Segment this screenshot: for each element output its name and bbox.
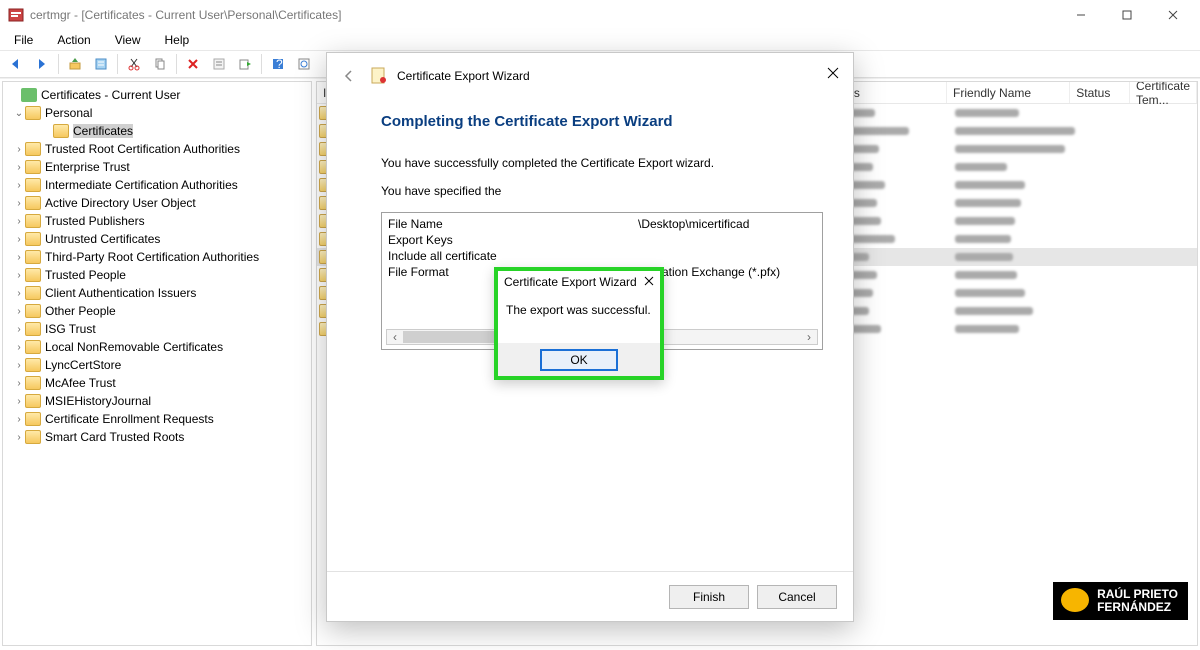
menu-help[interactable]: Help (157, 31, 198, 49)
window-titlebar: certmgr - [Certificates - Current User\P… (0, 0, 1200, 30)
app-icon (8, 7, 24, 23)
col-friendly-name[interactable]: Friendly Name (947, 82, 1070, 103)
tree-item[interactable]: ›LyncCertStore (5, 356, 309, 374)
menu-bar: File Action View Help (0, 30, 1200, 50)
menu-file[interactable]: File (6, 31, 41, 49)
col-status[interactable]: Status (1070, 82, 1130, 103)
close-button[interactable] (1150, 0, 1196, 30)
tree-item[interactable]: ›Certificate Enrollment Requests (5, 410, 309, 428)
svg-text:?: ? (276, 57, 283, 71)
refresh-button[interactable] (292, 53, 316, 75)
tree-item[interactable]: ›MSIEHistoryJournal (5, 392, 309, 410)
tree-item[interactable]: ›Local NonRemovable Certificates (5, 338, 309, 356)
wizard-close-button[interactable] (821, 61, 845, 85)
wizard-back-button[interactable] (337, 64, 361, 88)
menu-view[interactable]: View (107, 31, 149, 49)
tree-item[interactable]: ›Other People (5, 302, 309, 320)
popup-title: Certificate Export Wizard (504, 275, 644, 289)
properties-button[interactable] (89, 53, 113, 75)
tree-item[interactable]: ›McAfee Trust (5, 374, 309, 392)
popup-close-button[interactable] (644, 275, 654, 289)
tree-item[interactable]: ›Third-Party Root Certification Authorit… (5, 248, 309, 266)
tree-pane[interactable]: Certificates - Current User ⌄Personal Ce… (2, 81, 312, 646)
success-dialog: Certificate Export Wizard The export was… (494, 267, 664, 380)
finish-button[interactable]: Finish (669, 585, 749, 609)
ok-button[interactable]: OK (540, 349, 618, 371)
minimize-button[interactable] (1058, 0, 1104, 30)
tree-certificates[interactable]: Certificates (5, 122, 309, 140)
menu-action[interactable]: Action (49, 31, 98, 49)
nav-forward-button[interactable] (30, 53, 54, 75)
cut-button[interactable] (122, 53, 146, 75)
tree-item[interactable]: ›Client Authentication Issuers (5, 284, 309, 302)
maximize-button[interactable] (1104, 0, 1150, 30)
wizard-success-text: You have successfully completed the Cert… (381, 156, 823, 170)
export-button[interactable] (233, 53, 257, 75)
options-button[interactable] (207, 53, 231, 75)
tree-item[interactable]: ›Active Directory User Object (5, 194, 309, 212)
tree-item[interactable]: ›Enterprise Trust (5, 158, 309, 176)
copy-button[interactable] (148, 53, 172, 75)
tree-personal[interactable]: ⌄Personal (5, 104, 309, 122)
wizard-specified-text: You have specified the (381, 184, 823, 198)
tree-item[interactable]: ›Trusted People (5, 266, 309, 284)
tree-item[interactable]: ›Trusted Publishers (5, 212, 309, 230)
tree-item[interactable]: ›Untrusted Certificates (5, 230, 309, 248)
certificate-icon (369, 66, 389, 86)
brain-icon (1061, 588, 1089, 612)
wizard-heading: Completing the Certificate Export Wizard (381, 113, 823, 130)
tree-item[interactable]: ›Smart Card Trusted Roots (5, 428, 309, 446)
window-title: certmgr - [Certificates - Current User\P… (30, 8, 1058, 22)
up-button[interactable] (63, 53, 87, 75)
col-cert-template[interactable]: Certificate Tem... (1130, 82, 1197, 103)
tree-item[interactable]: ›ISG Trust (5, 320, 309, 338)
tree-item[interactable]: ›Intermediate Certification Authorities (5, 176, 309, 194)
wizard-title: Certificate Export Wizard (397, 69, 530, 83)
help-button[interactable]: ? (266, 53, 290, 75)
popup-message: The export was successful. (498, 293, 660, 343)
nav-back-button[interactable] (4, 53, 28, 75)
watermark: RAÚL PRIETO FERNÁNDEZ (1053, 582, 1188, 620)
tree-root[interactable]: Certificates - Current User (5, 86, 309, 104)
cancel-button[interactable]: Cancel (757, 585, 837, 609)
delete-button[interactable] (181, 53, 205, 75)
tree-item[interactable]: ›Trusted Root Certification Authorities (5, 140, 309, 158)
